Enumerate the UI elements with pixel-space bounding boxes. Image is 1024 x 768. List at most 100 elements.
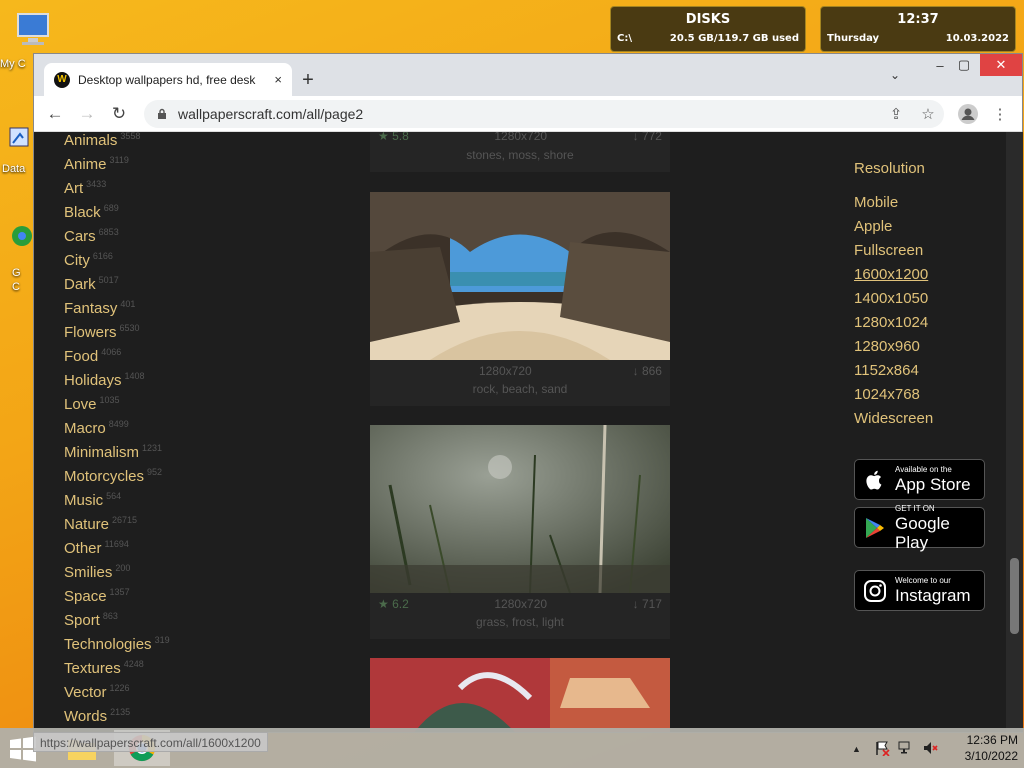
wallpaper-thumbnail-anime[interactable] bbox=[370, 658, 670, 732]
desktop-icon-my-computer[interactable] bbox=[14, 10, 54, 53]
wallpaper-tags[interactable]: stones, moss, shore bbox=[370, 148, 670, 172]
category-name: Vector bbox=[64, 684, 107, 701]
instagram-small-text: Welcome to our bbox=[895, 576, 951, 585]
back-button[interactable]: ← bbox=[42, 101, 68, 127]
resolution-link-1024x768[interactable]: 1024x768 bbox=[854, 383, 933, 407]
scrollbar-thumb[interactable] bbox=[1010, 558, 1019, 634]
category-count: 1408 bbox=[124, 371, 145, 381]
category-link-vector[interactable]: Vector 1226 bbox=[64, 676, 170, 701]
app-store-badge[interactable]: Available on the App Store bbox=[854, 459, 985, 500]
volume-muted-icon[interactable] bbox=[922, 740, 938, 756]
category-link-art[interactable]: Art 3433 bbox=[64, 172, 170, 197]
profile-avatar-icon[interactable] bbox=[954, 100, 982, 128]
desktop-icon-chrome[interactable] bbox=[10, 222, 34, 261]
category-link-sport[interactable]: Sport 863 bbox=[64, 604, 170, 629]
resolution-link-widescreen[interactable]: Widescreen bbox=[854, 407, 933, 431]
close-window-button[interactable]: ✕ bbox=[980, 54, 1022, 76]
resolution-link-1600x1200[interactable]: 1600x1200 bbox=[854, 263, 933, 287]
resolution-link-1152x864[interactable]: 1152x864 bbox=[854, 359, 933, 383]
category-count: 2135 bbox=[110, 707, 131, 717]
maximize-button[interactable]: ▢ bbox=[946, 54, 982, 76]
category-link-fantasy[interactable]: Fantasy 401 bbox=[64, 292, 170, 317]
category-link-motorcycles[interactable]: Motorcycles 952 bbox=[64, 460, 170, 485]
instagram-badge[interactable]: Welcome to our Instagram bbox=[854, 570, 985, 611]
category-link-holidays[interactable]: Holidays 1408 bbox=[64, 364, 170, 389]
category-link-animals[interactable]: Animals 3558 bbox=[64, 132, 170, 149]
resolution-link-apple[interactable]: Apple bbox=[854, 215, 933, 239]
category-link-technologies[interactable]: Technologies 319 bbox=[64, 628, 170, 653]
shortcut-icon bbox=[9, 127, 29, 147]
category-count: 3433 bbox=[86, 179, 107, 189]
category-count: 8499 bbox=[108, 419, 129, 429]
network-icon[interactable] bbox=[898, 740, 914, 756]
category-link-other[interactable]: Other 11694 bbox=[64, 532, 170, 557]
google-play-badge[interactable]: GET IT ON Google Play bbox=[854, 504, 985, 552]
wallpaper-thumbnail-frost-grass[interactable] bbox=[370, 425, 670, 593]
taskbar-clock[interactable]: 12:36 PM 3/10/2022 bbox=[948, 732, 1018, 764]
resolution-link-mobile[interactable]: Mobile bbox=[854, 191, 933, 215]
resolution-link-fullscreen[interactable]: Fullscreen bbox=[854, 239, 933, 263]
category-link-words[interactable]: Words 2135 bbox=[64, 700, 170, 725]
category-link-cars[interactable]: Cars 6853 bbox=[64, 220, 170, 245]
category-link-nature[interactable]: Nature 26715 bbox=[64, 508, 170, 533]
action-center-flag-icon[interactable] bbox=[874, 740, 890, 756]
desktop-icon-data[interactable] bbox=[8, 118, 32, 157]
resolution-links: Mobile Apple Fullscreen 1600x1200 1400x1050 1… bbox=[854, 191, 933, 431]
wallpaper-card[interactable] bbox=[370, 658, 670, 732]
category-link-music[interactable]: Music 564 bbox=[64, 484, 170, 509]
wallpaper-thumbnail-rock-arch[interactable] bbox=[370, 192, 670, 360]
resolution-link-1280x1024[interactable]: 1280x1024 bbox=[854, 311, 933, 335]
clock-widget: 12:37 Thursday 10.03.2022 bbox=[820, 6, 1016, 52]
address-input[interactable] bbox=[178, 106, 932, 122]
category-link-space[interactable]: Space 1357 bbox=[64, 580, 170, 605]
category-link-anime[interactable]: Anime 3119 bbox=[64, 148, 170, 173]
tab-search-chevron-icon[interactable]: ⌄ bbox=[890, 68, 900, 82]
resolution-link-1280x960[interactable]: 1280x960 bbox=[854, 335, 933, 359]
category-link-macro[interactable]: Macro 8499 bbox=[64, 412, 170, 437]
category-link-food[interactable]: Food 4066 bbox=[64, 340, 170, 365]
category-name: Food bbox=[64, 348, 99, 365]
category-link-smilies[interactable]: Smilies 200 bbox=[64, 556, 170, 581]
category-name: Minimalism bbox=[64, 444, 139, 461]
wallpaper-card[interactable]: ★ 6.2 1280x720 ↓ 717 grass, frost, light bbox=[370, 425, 670, 639]
wallpaper-tags[interactable]: grass, frost, light bbox=[370, 615, 670, 639]
category-count: 401 bbox=[120, 299, 136, 309]
tray-overflow-icon[interactable]: ▲ bbox=[852, 744, 861, 754]
resolution-panel: Resolution Mobile Apple Fullscreen 1600x120… bbox=[854, 160, 933, 431]
category-name: Cars bbox=[64, 228, 96, 245]
bookmark-star-icon[interactable]: ☆ bbox=[914, 100, 942, 128]
category-link-city[interactable]: City 6166 bbox=[64, 244, 170, 269]
new-tab-button[interactable]: + bbox=[294, 66, 322, 94]
wallpaper-card[interactable]: 1280x720 ↓ 866 rock, beach, sand bbox=[370, 192, 670, 406]
category-count: 6166 bbox=[92, 251, 113, 261]
address-bar[interactable] bbox=[144, 100, 944, 128]
category-count: 3558 bbox=[120, 132, 141, 141]
reload-button[interactable]: ↻ bbox=[106, 101, 132, 127]
browser-menu-icon[interactable]: ⋮ bbox=[986, 100, 1014, 128]
category-name: Smilies bbox=[64, 564, 113, 581]
app-store-small-text: Available on the bbox=[895, 465, 952, 474]
category-count: 1231 bbox=[142, 443, 163, 453]
category-link-flowers[interactable]: Flowers 6530 bbox=[64, 316, 170, 341]
taskbar-time: 12:36 PM bbox=[966, 733, 1018, 747]
category-link-love[interactable]: Love 1035 bbox=[64, 388, 170, 413]
wallpaper-card[interactable]: ★ 5.8 1280x720 ↓ 772 stones, moss, shore bbox=[370, 132, 670, 172]
forward-button[interactable]: → bbox=[74, 101, 100, 127]
category-name: Flowers bbox=[64, 324, 117, 341]
wallpaper-meta: 1280x720 ↓ 866 bbox=[370, 360, 670, 382]
resolution-link-1400x1050[interactable]: 1400x1050 bbox=[854, 287, 933, 311]
wallpaper-tags[interactable]: rock, beach, sand bbox=[370, 382, 670, 406]
category-name: Sport bbox=[64, 612, 100, 629]
share-icon[interactable]: ⇪ bbox=[882, 100, 910, 128]
category-list: Animals 3558 Anime 3119 Art 3433 Black 689 Cars 6… bbox=[64, 132, 170, 725]
category-link-minimalism[interactable]: Minimalism 1231 bbox=[64, 436, 170, 461]
page-scrollbar[interactable] bbox=[1006, 132, 1023, 732]
category-name: Art bbox=[64, 180, 84, 197]
category-link-black[interactable]: Black 689 bbox=[64, 196, 170, 221]
category-count: 1035 bbox=[99, 395, 120, 405]
tab-wallpapers[interactable]: W Desktop wallpapers hd, free desk × bbox=[44, 63, 292, 96]
category-link-dark[interactable]: Dark 5017 bbox=[64, 268, 170, 293]
category-link-textures[interactable]: Textures 4248 bbox=[64, 652, 170, 677]
tab-close-icon[interactable]: × bbox=[274, 72, 282, 87]
desktop-icon-label: G C bbox=[12, 267, 21, 293]
